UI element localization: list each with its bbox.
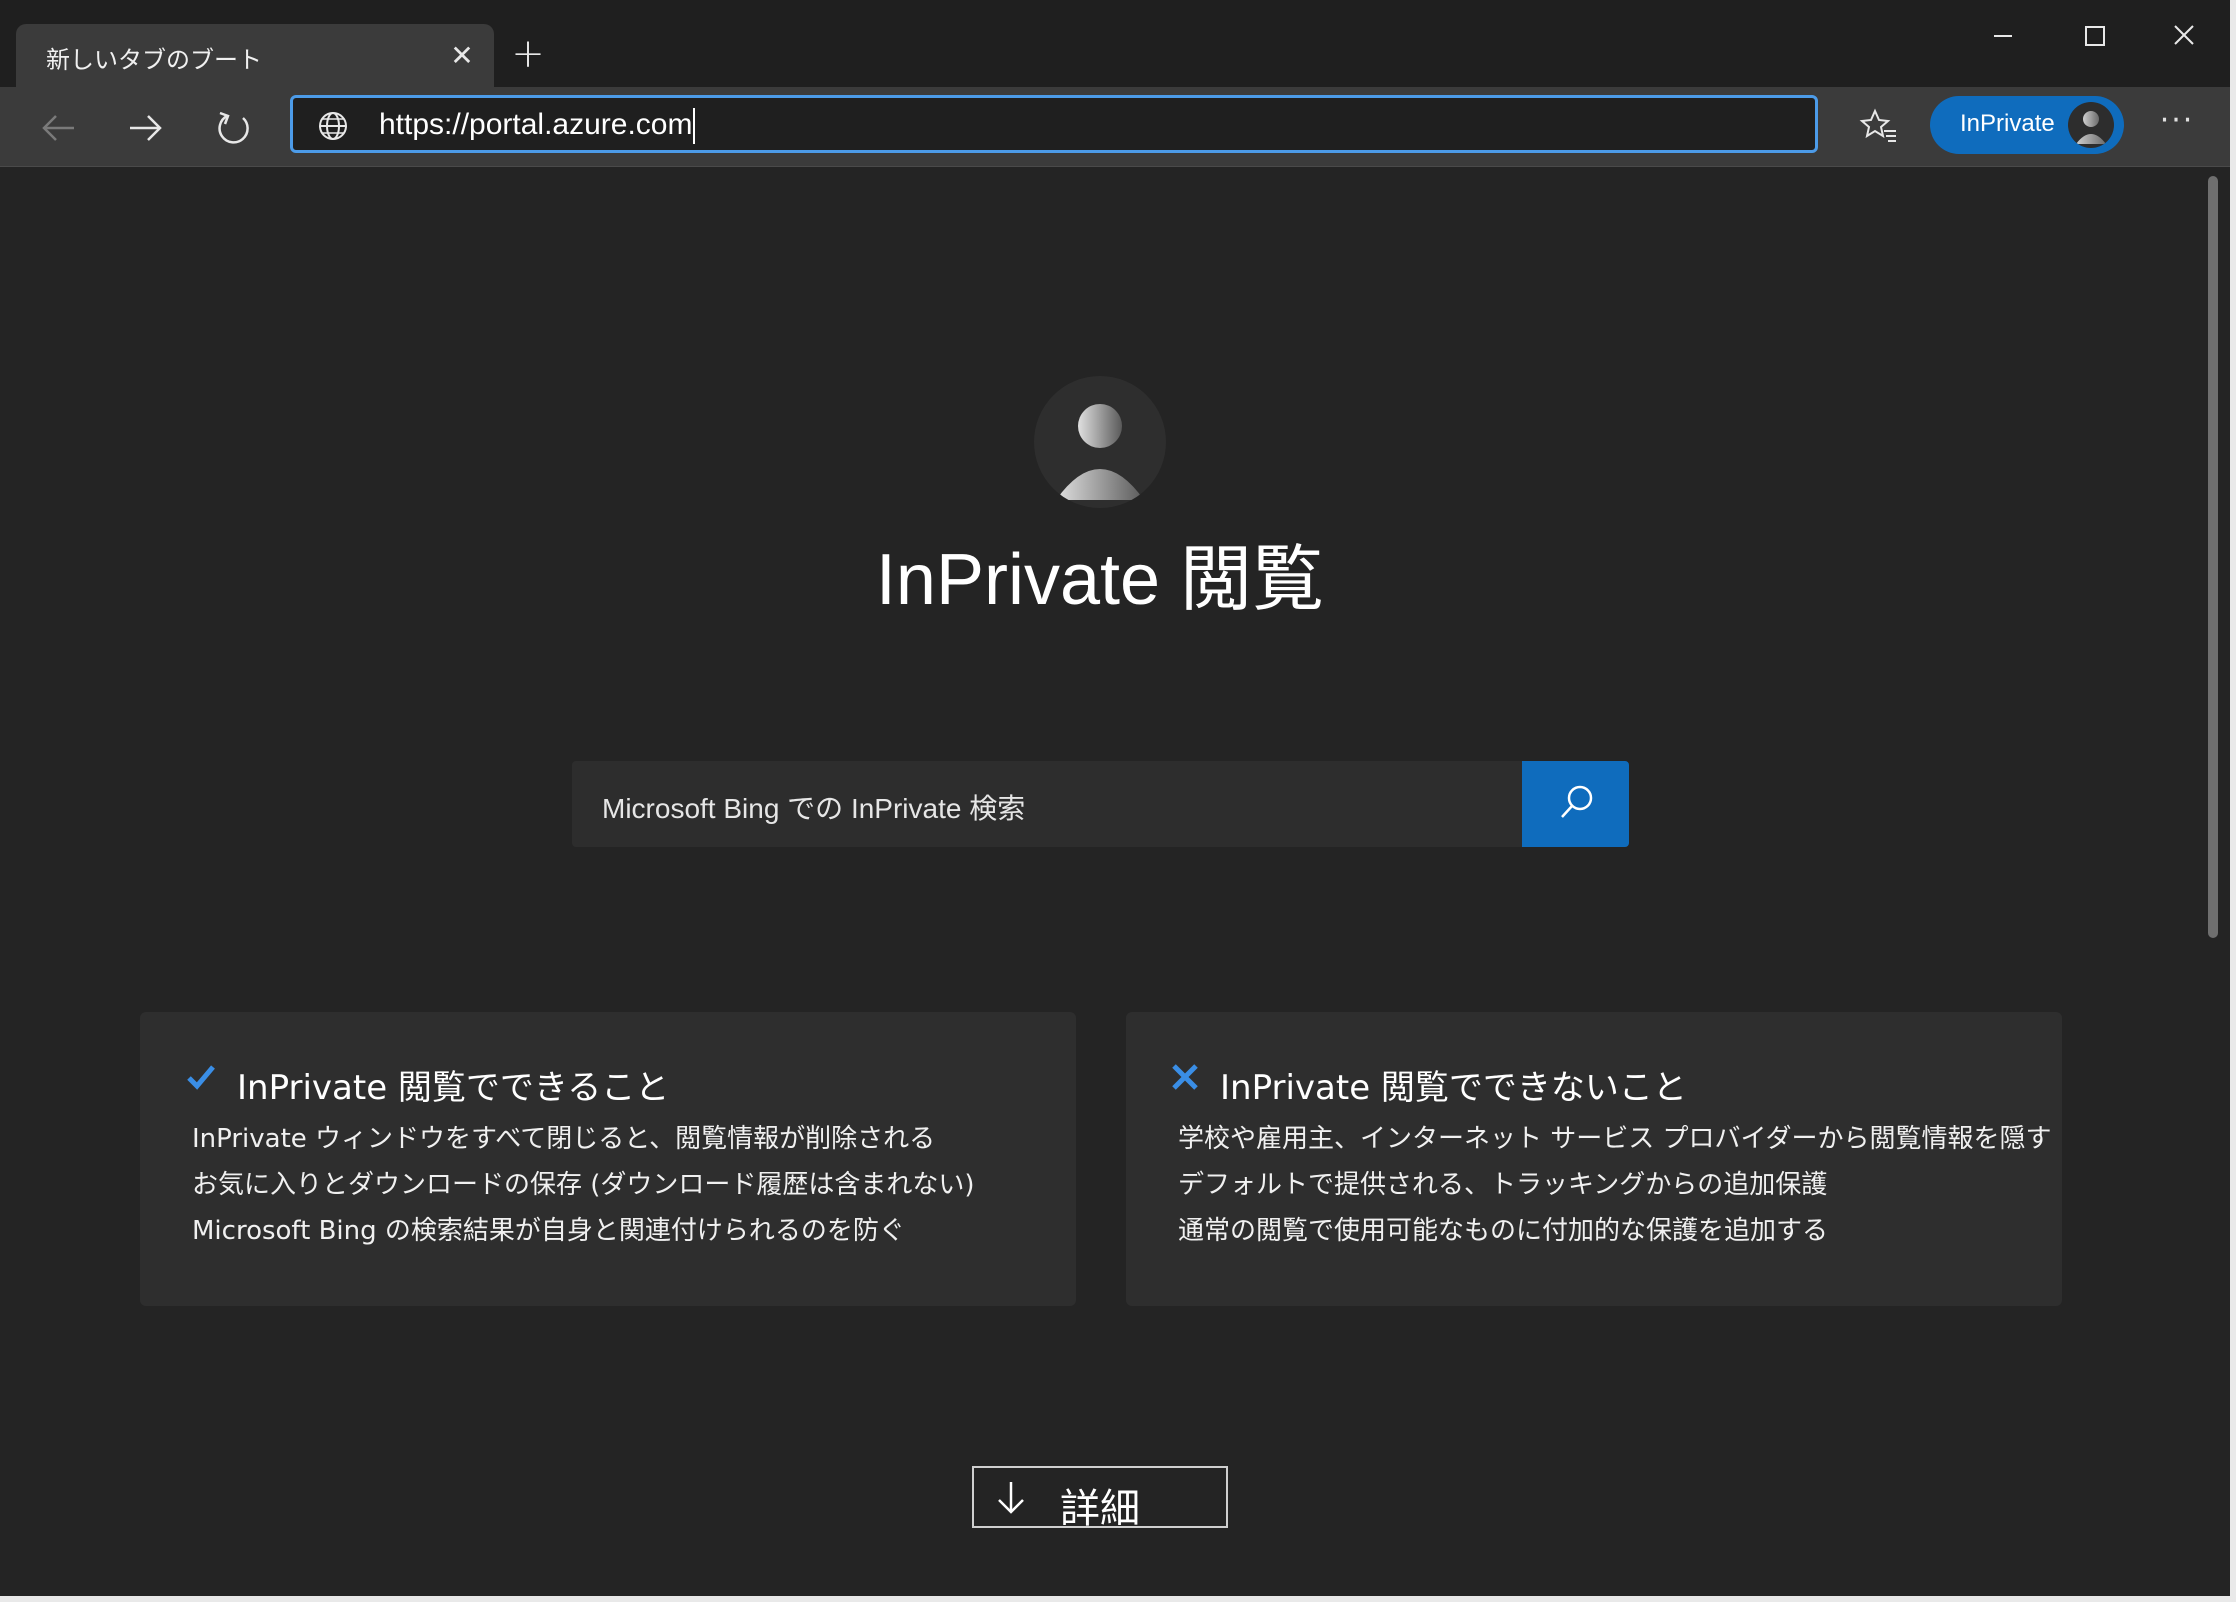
can-do-list: InPrivate ウィンドウをすべて閉じると、閲覧情報が削除される お気に入り… bbox=[192, 1116, 975, 1254]
can-do-heading: InPrivate 閲覧でできること bbox=[237, 1068, 670, 1108]
search-icon bbox=[1561, 785, 1593, 818]
window-close-button[interactable] bbox=[2154, 16, 2214, 56]
favorites-button[interactable] bbox=[1858, 105, 1900, 147]
window-border bbox=[0, 1596, 2236, 1602]
search-button[interactable] bbox=[1522, 761, 1629, 847]
list-item: お気に入りとダウンロードの保存 (ダウンロード履歴は含まれない) bbox=[192, 1170, 975, 1200]
text-caret bbox=[693, 108, 696, 145]
checkmark-icon bbox=[186, 1062, 216, 1092]
search-input[interactable]: Microsoft Bing での InPrivate 検索 bbox=[572, 761, 1522, 847]
tab-title: 新しいタブのブート bbox=[46, 46, 262, 74]
address-bar[interactable]: https://portal.azure.com bbox=[290, 95, 1818, 153]
inprivate-profile-button[interactable]: InPrivate bbox=[1930, 96, 2124, 154]
minimize-icon bbox=[1994, 35, 2012, 37]
search-placeholder: Microsoft Bing での InPrivate 検索 bbox=[602, 793, 1026, 824]
details-label: 詳細 bbox=[1060, 1486, 1140, 1532]
close-icon[interactable]: ✕ bbox=[446, 40, 478, 72]
arrow-right-icon bbox=[130, 115, 162, 141]
inprivate-avatar-icon bbox=[1034, 376, 1166, 508]
refresh-icon bbox=[218, 111, 249, 144]
x-mark-icon bbox=[1170, 1062, 1200, 1092]
details-button[interactable]: 詳細 bbox=[972, 1466, 1228, 1532]
cannot-do-heading: InPrivate 閲覧でできないこと bbox=[1220, 1068, 1687, 1108]
scrollbar[interactable] bbox=[2208, 176, 2218, 938]
cannot-do-list: 学校や雇用主、インターネット サービス プロバイダーから閲覧情報を隠す デフォル… bbox=[1178, 1116, 2052, 1254]
profile-avatar-icon bbox=[2068, 102, 2114, 148]
list-item: 学校や雇用主、インターネット サービス プロバイダーから閲覧情報を隠す bbox=[1178, 1124, 2052, 1154]
refresh-button[interactable] bbox=[210, 105, 256, 151]
browser-tab[interactable]: 新しいタブのブート ✕ bbox=[16, 24, 494, 87]
maximize-icon bbox=[2085, 26, 2105, 46]
window-border bbox=[2230, 0, 2236, 1602]
url-text: https://portal.azure.com bbox=[379, 108, 693, 141]
arrow-left-icon bbox=[42, 115, 74, 141]
favorites-star-icon bbox=[1859, 108, 1896, 142]
maximize-button[interactable] bbox=[2064, 16, 2124, 56]
page-title: InPrivate 閲覧 bbox=[875, 540, 1325, 620]
can-do-card: InPrivate 閲覧でできること InPrivate ウィンドウをすべて閉じ… bbox=[140, 1012, 1076, 1306]
more-options-button[interactable]: ··· bbox=[2152, 103, 2202, 145]
cannot-do-card: InPrivate 閲覧でできないこと 学校や雇用主、インターネット サービス … bbox=[1126, 1012, 2062, 1306]
list-item: Microsoft Bing の検索結果が自身と関連付けられるのを防ぐ bbox=[192, 1216, 905, 1246]
close-icon bbox=[2174, 25, 2194, 45]
browser-toolbar: https://portal.azure.com InPrivate ··· bbox=[0, 87, 2236, 167]
forward-button[interactable] bbox=[122, 105, 168, 151]
browser-window: 新しいタブのブート ✕ + https://portal.azure.com I… bbox=[0, 0, 2236, 1602]
inprivate-label: InPrivate bbox=[1960, 110, 2055, 137]
list-item: InPrivate ウィンドウをすべて閉じると、閲覧情報が削除される bbox=[192, 1124, 936, 1154]
title-bar: 新しいタブのブート ✕ + bbox=[0, 0, 2236, 87]
back-button[interactable] bbox=[36, 105, 82, 151]
list-item: デフォルトで提供される、トラッキングからの追加保護 bbox=[1178, 1170, 1828, 1200]
url-field[interactable]: https://portal.azure.com bbox=[379, 108, 696, 145]
arrow-down-icon bbox=[994, 1478, 1028, 1518]
globe-icon bbox=[317, 110, 349, 142]
new-tab-button[interactable]: + bbox=[508, 34, 548, 74]
list-item: 通常の閲覧で使用可能なものに付加的な保護を追加する bbox=[1178, 1216, 1829, 1246]
minimize-button[interactable] bbox=[1972, 16, 2032, 56]
